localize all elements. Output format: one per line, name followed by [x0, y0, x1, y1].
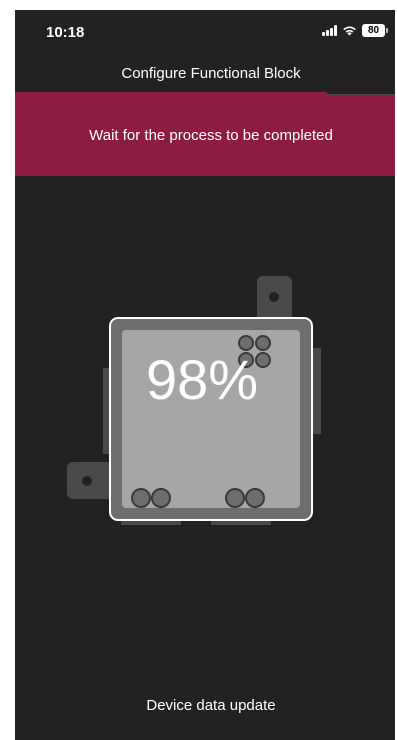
status-time: 10:18 [46, 24, 85, 41]
app-screen: 10:18 80 Configure Functional Block Wait… [15, 10, 395, 740]
status-banner: Wait for the process to be completed [15, 95, 395, 176]
status-bar: 10:18 80 [15, 10, 395, 54]
status-icons: 80 [322, 24, 388, 37]
battery-icon: 80 [362, 24, 388, 37]
banner-message: Wait for the process to be completed [89, 127, 333, 144]
wifi-icon [342, 25, 357, 36]
device-illustration: 98% [65, 272, 327, 532]
signal-icon [322, 25, 337, 36]
page-title: Configure Functional Block [121, 65, 301, 82]
process-status-text: Device data update [146, 697, 276, 714]
progress-percentage: 98% [145, 348, 259, 411]
